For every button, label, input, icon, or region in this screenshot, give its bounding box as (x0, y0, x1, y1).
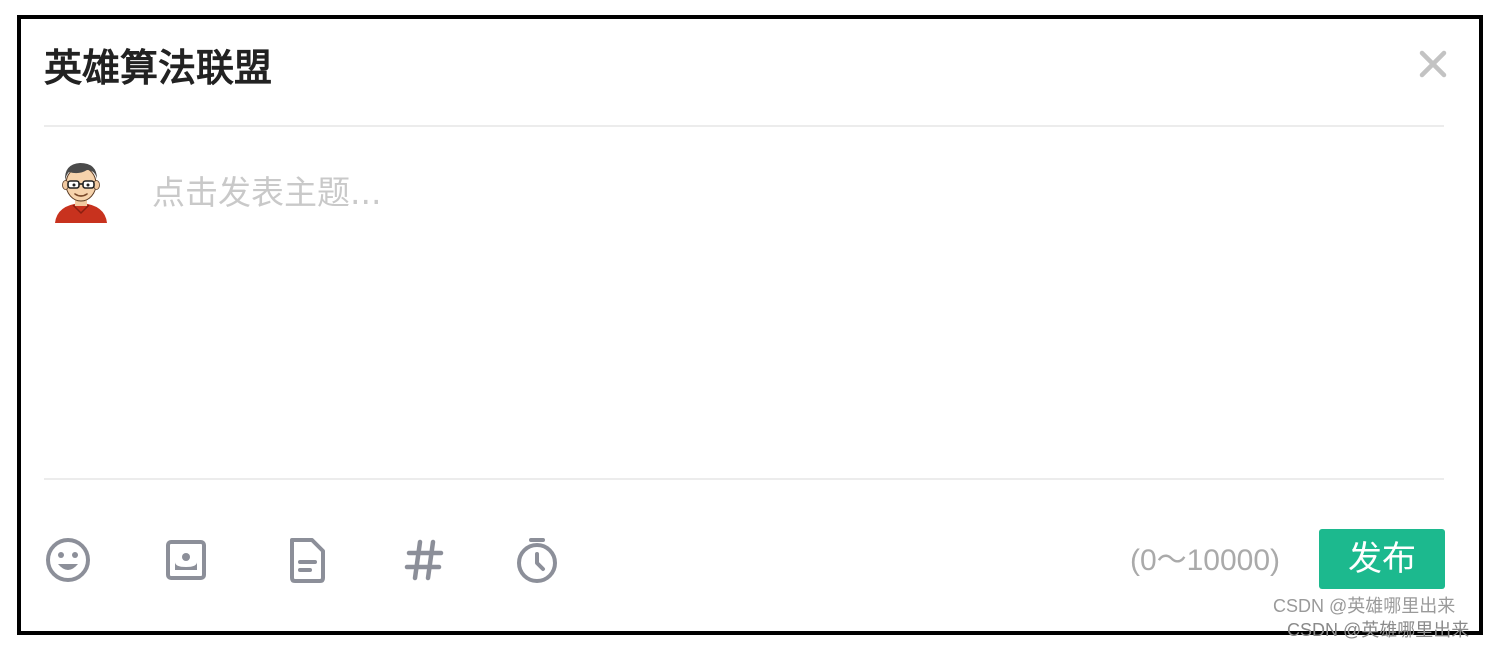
timer-icon (517, 538, 557, 583)
avatar (49, 155, 113, 223)
character-counter: (0～10000) (1129, 544, 1281, 577)
watermark-text-secondary: CSDN @英雄哪里出来 (1287, 620, 1470, 640)
header-divider (44, 125, 1444, 127)
emoji-button[interactable] (44, 536, 92, 584)
toolbar-divider (44, 478, 1444, 480)
close-icon (1419, 50, 1447, 78)
publish-button[interactable]: 发布 (1319, 529, 1445, 589)
user-avatar-icon (55, 163, 107, 223)
timer-button[interactable] (513, 536, 561, 584)
post-content-input[interactable] (152, 165, 1432, 465)
image-icon (166, 540, 206, 580)
hashtag-icon (404, 539, 444, 581)
watermark-text: CSDN @英雄哪里出来 (1273, 596, 1456, 616)
document-button[interactable] (283, 536, 331, 584)
post-dialog: 英雄算法联盟 点击发表主题... (0～10000) 发布 (17, 15, 1483, 635)
image-button[interactable] (162, 536, 210, 584)
close-button[interactable] (1415, 46, 1451, 82)
dialog-title: 英雄算法联盟 (44, 46, 273, 90)
emoji-icon (46, 538, 90, 582)
topic-button[interactable] (400, 536, 448, 584)
document-icon (290, 538, 325, 583)
